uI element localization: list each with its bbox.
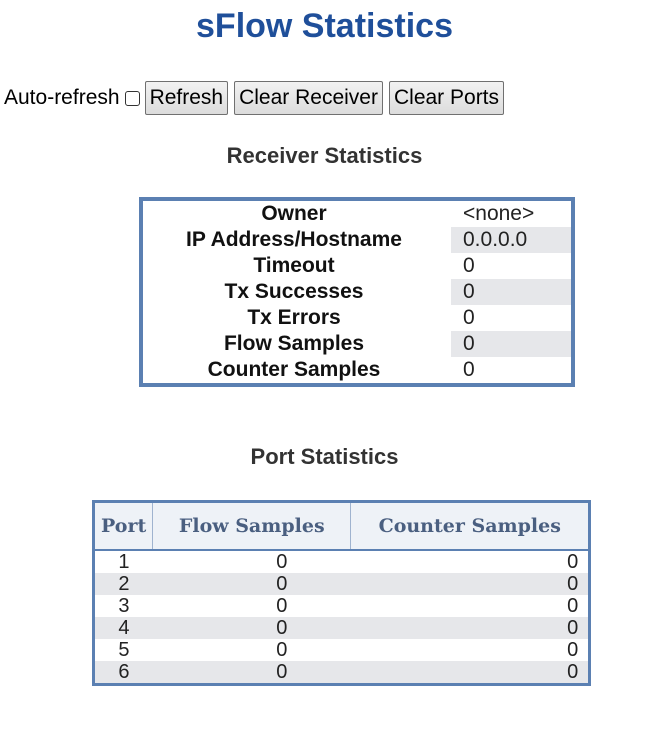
receiver-key: IP Address/Hostname: [186, 228, 402, 251]
port-cell: 4: [93, 617, 153, 639]
receiver-value: 0: [463, 306, 475, 329]
flow-samples-cell: 0: [276, 595, 288, 617]
port-cell: 6: [93, 661, 153, 685]
clear-receiver-button[interactable]: Clear Receiver: [234, 81, 383, 115]
flow-samples-cell: 0: [152, 661, 351, 685]
receiver-value: 0: [463, 358, 475, 381]
table-row: 3 0 0: [94, 595, 590, 617]
receiver-key: Flow Samples: [223, 332, 365, 355]
flow-samples-cell: 0: [276, 551, 288, 573]
receiver-value: 0: [451, 331, 573, 357]
column-header-port: Port: [93, 501, 154, 551]
clear-ports-button[interactable]: Clear Ports: [388, 81, 505, 115]
flow-samples-cell: 0: [276, 639, 288, 661]
receiver-statistics-table: Owner <none> IP Address/Hostname 0.0.0.0…: [139, 197, 575, 387]
receiver-key: Tx Errors: [247, 306, 341, 329]
receiver-row-counter-samples: Counter Samples 0: [141, 357, 573, 385]
flow-samples-cell: 0: [152, 573, 351, 595]
counter-samples-cell: 0: [350, 573, 590, 595]
receiver-row-tx-errors: Tx Errors 0: [141, 305, 573, 331]
table-row: 4 0 0: [93, 617, 590, 639]
column-header-flow-samples: Flow Samples: [152, 501, 352, 551]
receiver-value: <none>: [463, 202, 535, 225]
receiver-key: Tx Successes: [224, 280, 364, 303]
receiver-key: Counter Samples: [207, 358, 381, 381]
receiver-value: 0: [463, 254, 475, 277]
port-cell: 3: [118, 595, 130, 617]
receiver-row-timeout: Timeout 0: [141, 253, 573, 279]
table-row: 1 0 0: [94, 550, 590, 573]
auto-refresh-checkbox[interactable]: [124, 90, 140, 106]
counter-samples-cell: 0: [350, 661, 590, 685]
refresh-button[interactable]: Refresh: [144, 81, 229, 115]
counter-samples-cell: 0: [567, 639, 579, 661]
table-row: 2 0 0: [93, 573, 590, 595]
toolbar: Auto-refresh Refresh Clear Receiver Clea…: [4, 80, 510, 116]
table-row: 5 0 0: [94, 639, 590, 661]
port-cell: 5: [118, 639, 130, 661]
counter-samples-cell: 0: [567, 595, 579, 617]
receiver-row-owner: Owner <none>: [141, 199, 573, 227]
port-table-header-row: Port Flow Samples Counter Samples: [93, 501, 590, 551]
column-header-counter-samples: Counter Samples: [350, 501, 590, 551]
port-cell: 2: [93, 573, 153, 595]
counter-samples-cell: 0: [567, 551, 579, 573]
counter-samples-cell: 0: [350, 617, 590, 639]
table-row: 6 0 0: [93, 661, 590, 685]
receiver-value: 0.0.0.0: [451, 227, 573, 253]
auto-refresh-label: Auto-refresh: [4, 86, 120, 109]
receiver-row-flow-samples: Flow Samples 0: [141, 331, 573, 357]
receiver-row-tx-successes: Tx Successes 0: [141, 279, 573, 305]
receiver-value: 0: [451, 279, 573, 305]
receiver-row-ip-address: IP Address/Hostname 0.0.0.0: [141, 227, 573, 253]
receiver-key: Timeout: [253, 254, 335, 277]
page-title: sFlow Statistics: [196, 7, 453, 45]
port-statistics-title: Port Statistics: [250, 444, 399, 469]
receiver-statistics-title: Receiver Statistics: [226, 143, 423, 168]
flow-samples-cell: 0: [152, 617, 351, 639]
port-statistics-table: Port Flow Samples Counter Samples 1 0 0 …: [92, 500, 592, 686]
receiver-key: Owner: [261, 202, 327, 225]
port-cell: 1: [118, 551, 130, 573]
